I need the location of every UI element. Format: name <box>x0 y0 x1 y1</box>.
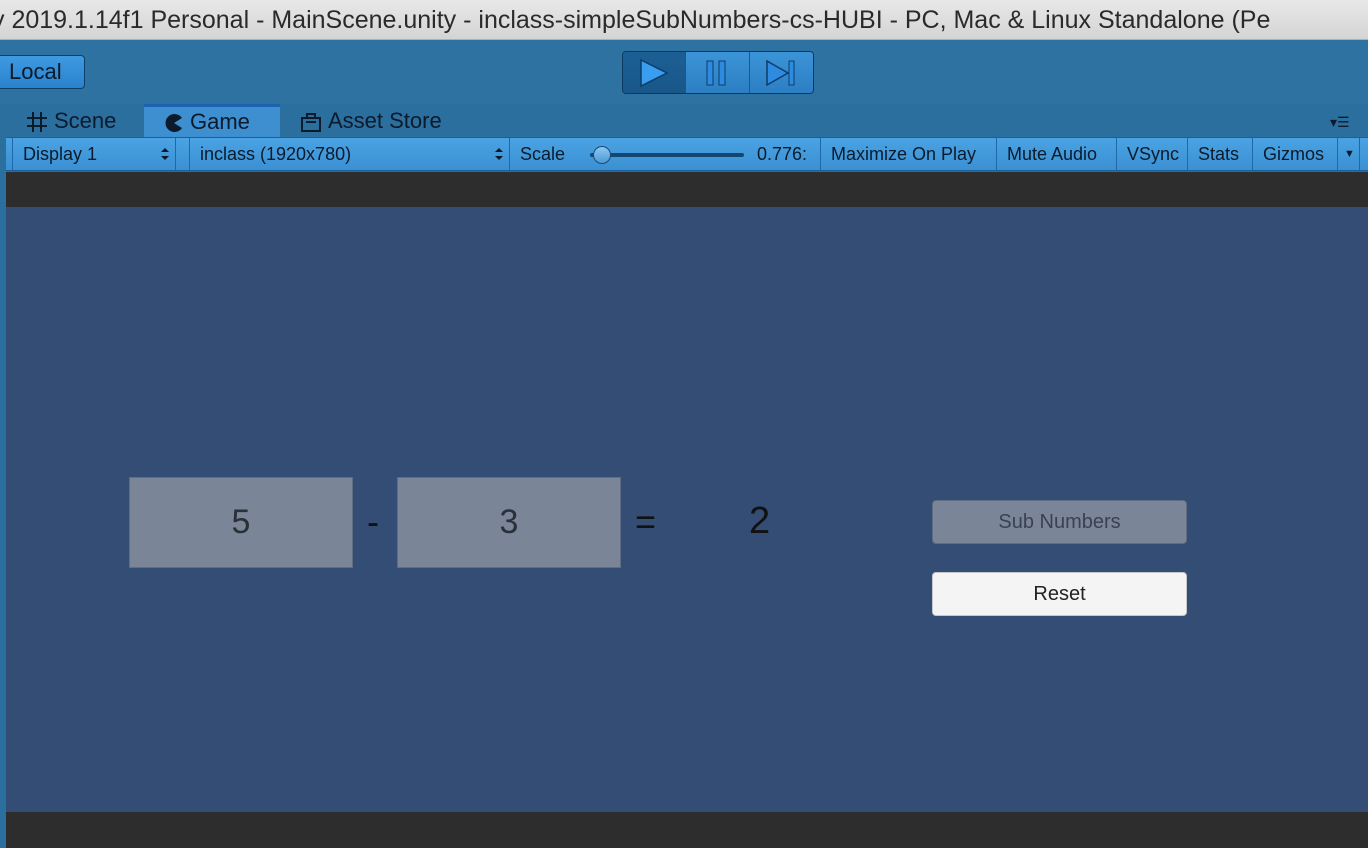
updown-arrows-icon <box>495 148 503 160</box>
display-dropdown[interactable]: Display 1 <box>12 138 176 170</box>
reset-button[interactable]: Reset <box>932 572 1187 616</box>
scale-value: 0.776: <box>757 144 808 164</box>
step-icon <box>765 59 795 87</box>
play-controls <box>622 51 814 94</box>
mute-audio-toggle[interactable]: Mute Audio <box>997 138 1117 170</box>
editor-toolbar: Local <box>0 40 1368 104</box>
panel-menu-icon[interactable]: ▾☰ <box>1330 114 1356 130</box>
maximize-on-play-toggle[interactable]: Maximize On Play <box>821 138 997 170</box>
gizmos-label: Gizmos <box>1263 144 1325 164</box>
sub-numbers-button[interactable]: Sub Numbers <box>932 500 1187 544</box>
view-tabbar: Scene Game Asset Store ▾☰ <box>0 104 1368 137</box>
resolution-dropdown[interactable]: inclass (1920x780) <box>189 138 510 170</box>
tab-game[interactable]: Game <box>144 104 280 137</box>
number2-input[interactable]: 3 <box>397 477 621 568</box>
pacman-icon <box>165 114 182 133</box>
stats-toggle[interactable]: Stats <box>1188 138 1253 170</box>
chevron-down-icon: ▼ <box>1344 148 1355 160</box>
tab-scene-label: Scene <box>54 108 117 133</box>
gizmos-toggle[interactable]: Gizmos <box>1253 138 1338 170</box>
tab-asset-store-label: Asset Store <box>328 108 442 133</box>
scale-slider-track[interactable] <box>590 153 744 157</box>
mute-audio-label: Mute Audio <box>1007 144 1098 164</box>
grid-icon <box>27 112 47 133</box>
window-title: y 2019.1.14f1 Personal - MainScene.unity… <box>0 6 1271 34</box>
pivot-local-button[interactable]: Local <box>0 55 85 89</box>
stats-label: Stats <box>1198 144 1240 164</box>
scale-slider-thumb[interactable] <box>593 146 611 164</box>
store-icon <box>301 113 321 133</box>
pause-button[interactable] <box>686 52 750 93</box>
updown-arrows-icon <box>161 148 169 160</box>
minus-operator: - <box>367 501 379 542</box>
tab-game-label: Game <box>190 109 250 134</box>
tab-asset-store[interactable]: Asset Store <box>300 104 442 137</box>
vsync-label: VSync <box>1127 144 1180 164</box>
pause-icon <box>706 60 726 86</box>
maximize-on-play-label: Maximize On Play <box>831 144 977 164</box>
game-view-controlbar: Display 1 inclass (1920x780) Scale 0.776… <box>6 137 1368 171</box>
play-icon <box>640 58 669 88</box>
display-dropdown-value: Display 1 <box>23 144 98 164</box>
step-button[interactable] <box>749 52 813 93</box>
vsync-toggle[interactable]: VSync <box>1117 138 1188 170</box>
equals-sign: = <box>635 501 657 542</box>
play-button[interactable] <box>623 52 687 93</box>
number1-input[interactable]: 5 <box>129 477 353 568</box>
scale-control: Scale 0.776: <box>510 138 821 170</box>
window-titlebar: y 2019.1.14f1 Personal - MainScene.unity… <box>0 0 1368 40</box>
scale-label: Scale <box>520 144 566 164</box>
resolution-dropdown-value: inclass (1920x780) <box>200 144 352 164</box>
gizmos-dropdown-arrow[interactable]: ▼ <box>1338 138 1360 170</box>
result-text: 2 <box>749 500 771 542</box>
game-view: 5 - 3 = 2 Sub Numbers Reset <box>6 207 1368 812</box>
tab-scene[interactable]: Scene <box>26 104 116 137</box>
